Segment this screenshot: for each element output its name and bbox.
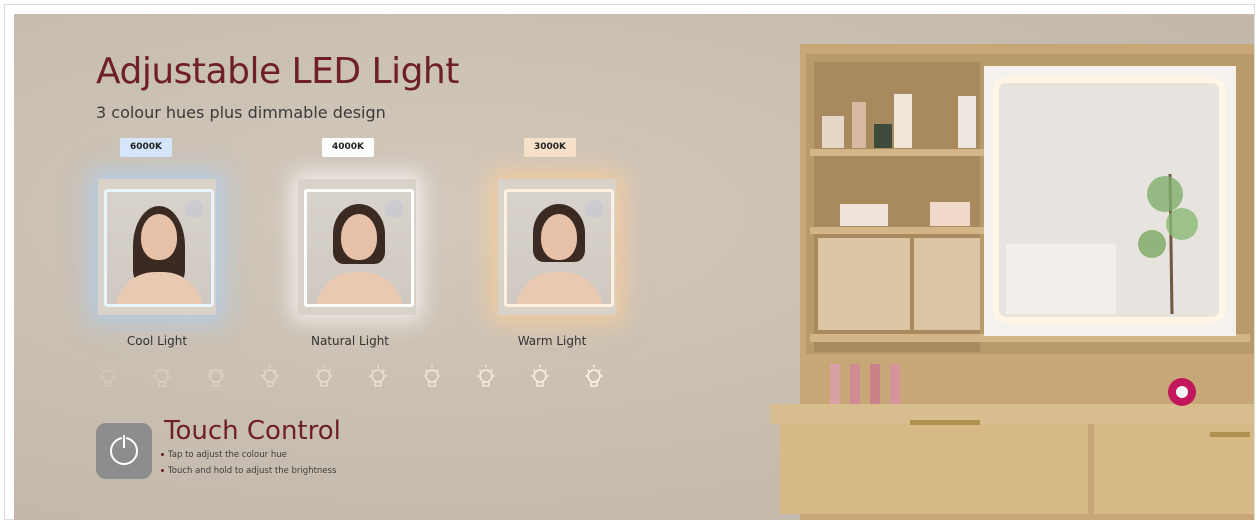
light-bulb-icon <box>153 365 171 387</box>
light-bulb-icon <box>99 365 117 387</box>
light-bulb-icon <box>207 365 225 387</box>
touch-control-button[interactable] <box>96 423 152 479</box>
light-bulb-icon <box>585 365 603 387</box>
light-bulb-icon <box>261 365 279 387</box>
mode-label-warm: Warm Light <box>517 334 587 348</box>
temp-badge-natural: 4000K <box>322 138 375 157</box>
page-subtitle: 3 colour hues plus dimmable design <box>96 103 386 122</box>
temp-badge-warm: 3000K <box>524 138 577 157</box>
mirror-preview-cool <box>98 179 216 315</box>
mirror-preview-natural <box>298 179 416 315</box>
light-bulb-icon <box>315 365 333 387</box>
light-bulb-icon <box>477 365 495 387</box>
mode-label-natural: Natural Light <box>310 334 390 348</box>
light-bulb-icon <box>531 365 549 387</box>
touch-control-item: Touch and hold to adjust the brightness <box>160 466 337 476</box>
temp-badge-cool: 6000K <box>120 138 173 157</box>
light-bulb-icon <box>423 365 441 387</box>
mode-label-cool: Cool Light <box>126 334 188 348</box>
vanity-product-image <box>770 44 1254 520</box>
touch-control-title: Touch Control <box>164 416 341 446</box>
led-light-banner: Adjustable LED Light 3 colour hues plus … <box>14 14 1254 520</box>
touch-control-item: Tap to adjust the colour hue <box>161 450 287 460</box>
light-bulb-icon <box>369 365 387 387</box>
page-title: Adjustable LED Light <box>96 51 459 92</box>
mirror-preview-warm <box>498 179 616 315</box>
